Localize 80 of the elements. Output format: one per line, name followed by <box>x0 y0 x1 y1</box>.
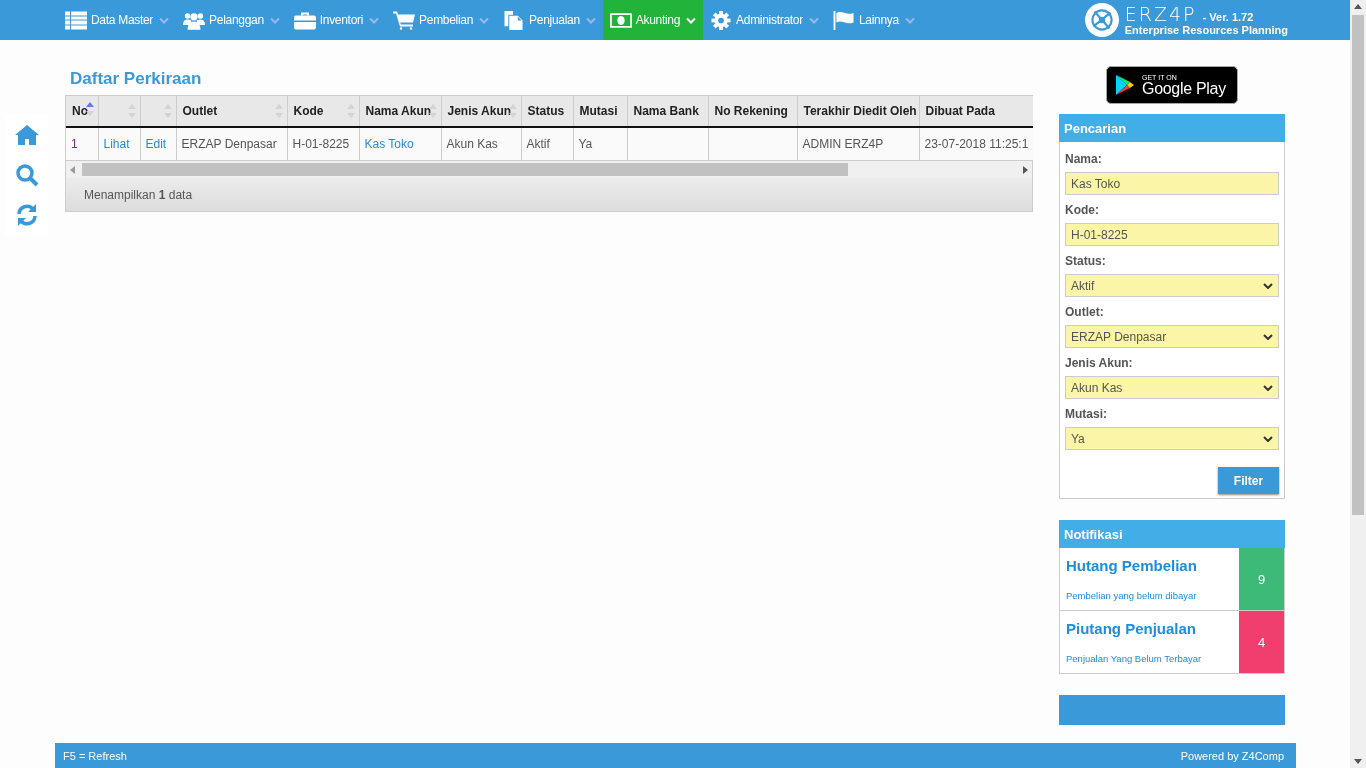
field-label: Kode: <box>1065 203 1100 217</box>
count-badge: 4 <box>1239 611 1284 673</box>
list-icon <box>65 10 87 30</box>
column-header[interactable]: Kode <box>287 96 359 127</box>
field-label: Outlet: <box>1065 305 1105 319</box>
chevron-down-icon <box>1263 384 1273 391</box>
panel-header: Notifikasi <box>1059 520 1285 548</box>
column-header[interactable]: Dibuat Pada <box>919 96 1033 127</box>
refresh-icon[interactable] <box>14 203 39 227</box>
chevron-down-icon <box>1263 435 1273 442</box>
chevron-down-icon <box>904 16 915 24</box>
chevron-down-icon <box>479 16 490 24</box>
column-header[interactable]: No Rekening <box>708 96 797 127</box>
column-header[interactable]: No <box>66 96 98 127</box>
table-cell: ERZAP Denpasar <box>176 127 287 160</box>
column-header[interactable] <box>98 96 140 127</box>
chevron-down-icon <box>269 16 280 24</box>
column-header[interactable]: Terakhir Diedit Oleh <box>797 96 919 127</box>
column-header[interactable]: Jenis Akun <box>441 96 521 127</box>
brand-tagline: Enterprise Resources Planning <box>1124 23 1288 36</box>
play-triangle-icon <box>1115 74 1135 96</box>
dropdown[interactable]: Aktif <box>1065 274 1279 297</box>
settings-icon <box>710 10 733 30</box>
table-cell: H-01-8225 <box>287 127 359 160</box>
chevron-down-icon <box>159 16 170 24</box>
count-badge: 9 <box>1239 548 1284 610</box>
notification-subtitle: Pembelian yang belum dibayar <box>1066 590 1198 601</box>
status-text: F5 = Refresh <box>63 749 127 762</box>
home-icon[interactable] <box>14 123 39 147</box>
record-count: Menampilkan 1 data <box>84 187 193 202</box>
brand-name: ERZ4P <box>1124 4 1197 24</box>
briefcase-icon <box>293 10 316 30</box>
chevron-down-icon <box>808 16 819 24</box>
notification-title: Hutang Pembelian <box>1066 557 1198 574</box>
scroll-right-icon[interactable] <box>1022 165 1028 174</box>
chevron-down-icon <box>1263 333 1273 340</box>
notification-subtitle: Penjualan Yang Belum Terbayar <box>1066 653 1203 664</box>
column-header[interactable]: Nama Akun <box>359 96 441 127</box>
horizontal-scrollbar[interactable] <box>66 160 1032 178</box>
table-cell: 23-07-2018 11:25:1 <box>919 127 1033 160</box>
field-label: Jenis Akun: <box>1065 356 1134 370</box>
text-field[interactable]: H-01-8225 <box>1065 223 1279 246</box>
banknote-icon <box>609 10 632 30</box>
chevron-down-icon <box>1263 282 1273 289</box>
table-cell: ADMIN ERZ4P <box>797 127 919 160</box>
documents-icon <box>503 10 526 30</box>
chevron-down-icon <box>585 16 596 24</box>
field-label: Mutasi: <box>1065 407 1108 421</box>
page-title: Daftar Perkiraan <box>70 69 203 89</box>
panel-header: Pencarian <box>1059 114 1285 142</box>
scroll-left-icon[interactable] <box>70 165 76 174</box>
logo-icon <box>1084 3 1119 37</box>
column-header[interactable]: Outlet <box>176 96 287 127</box>
version-label: - Ver. 1.72 <box>1202 10 1254 23</box>
notification-item[interactable]: Piutang Penjualan Penjualan Yang Belum Terbayar 4 <box>1060 610 1284 673</box>
dropdown[interactable]: Ya <box>1065 427 1279 450</box>
scroll-down-icon[interactable] <box>1354 758 1362 764</box>
column-header[interactable] <box>140 96 176 127</box>
column-header[interactable]: Nama Bank <box>627 96 708 127</box>
search-icon[interactable] <box>14 163 39 187</box>
column-header[interactable]: Mutasi <box>573 96 627 127</box>
scroll-up-icon[interactable] <box>1354 4 1362 10</box>
credit-text: Powered by Z4Comp <box>1180 749 1284 762</box>
chevron-down-icon <box>686 16 697 24</box>
cart-icon <box>393 10 416 30</box>
table-cell: Akun Kas <box>441 127 521 160</box>
flag-icon <box>832 10 855 30</box>
table-cell: 1 <box>66 127 98 160</box>
users-icon <box>183 10 206 30</box>
dropdown[interactable]: ERZAP Denpasar <box>1065 325 1279 348</box>
table-cell: Ya <box>573 127 627 160</box>
text-field[interactable]: Kas Toko <box>1065 172 1279 195</box>
table-cell: Aktif <box>521 127 573 160</box>
chevron-down-icon <box>369 16 380 24</box>
column-header[interactable]: Status <box>521 96 573 127</box>
dropdown[interactable]: Akun Kas <box>1065 376 1279 399</box>
field-label: Nama: <box>1065 152 1103 166</box>
vertical-scrollbar[interactable] <box>1350 0 1366 768</box>
field-label: Status: <box>1065 254 1107 268</box>
notification-title: Piutang Penjualan <box>1066 620 1198 637</box>
